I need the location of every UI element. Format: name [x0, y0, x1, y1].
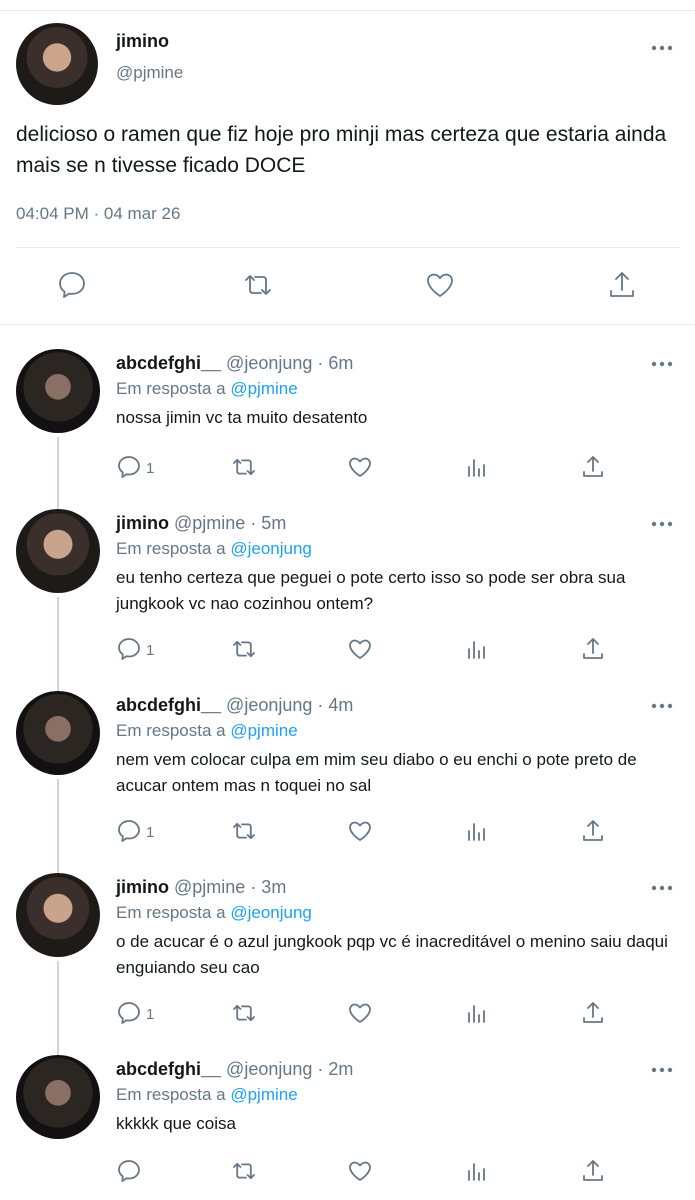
reply-context: Em resposta a @jeonjung: [116, 539, 312, 559]
comment-icon[interactable]: [56, 269, 88, 301]
section-divider: [0, 324, 695, 325]
share-icon[interactable]: [606, 269, 638, 301]
reply-context: Em resposta a @pjmine: [116, 1085, 298, 1105]
avatar[interactable]: [16, 23, 98, 105]
reply-header: abcdefghi__ @jeonjung · 2m: [116, 1059, 353, 1080]
stats-icon[interactable]: [464, 818, 490, 844]
more-options-icon[interactable]: [651, 521, 673, 531]
avatar[interactable]: [16, 509, 100, 593]
avatar[interactable]: [16, 1055, 100, 1139]
reply-text: o de acucar é o azul jungkook pqp vc é i…: [116, 932, 668, 977]
retweet-icon[interactable]: [231, 818, 257, 844]
reply-prefix: Em resposta a: [116, 903, 226, 922]
stats-icon[interactable]: [464, 636, 490, 662]
reply-text: nossa jimin vc ta muito desatento: [116, 408, 368, 427]
like-icon[interactable]: [347, 1158, 373, 1184]
reply-text: eu tenho certeza que peguei o pote certo…: [116, 568, 626, 613]
reply-actions: 1: [0, 454, 695, 484]
handle-and-time[interactable]: @pjmine · 5m: [174, 513, 286, 533]
mention-link[interactable]: @pjmine: [230, 721, 297, 740]
reply-header: jimino @pjmine · 3m: [116, 877, 286, 898]
reply-context: Em resposta a @jeonjung: [116, 903, 312, 923]
display-name[interactable]: abcdefghi__: [116, 353, 221, 373]
reply-actions: 1: [0, 1000, 695, 1030]
comment-icon[interactable]: [116, 1158, 142, 1184]
like-icon[interactable]: [347, 818, 373, 844]
like-icon[interactable]: [347, 454, 373, 480]
comment-icon[interactable]: [116, 1000, 142, 1026]
main-tweet[interactable]: jimino @pjmine delicioso o ramen que fiz…: [0, 11, 695, 325]
reply-header: jimino @pjmine · 5m: [116, 513, 286, 534]
more-options-icon[interactable]: [651, 45, 673, 55]
mention-link[interactable]: @pjmine: [230, 1085, 297, 1104]
tweet-actions: [0, 269, 695, 309]
reply-prefix: Em resposta a: [116, 721, 226, 740]
comment-icon[interactable]: [116, 818, 142, 844]
stats-icon[interactable]: [464, 454, 490, 480]
share-icon[interactable]: [580, 636, 606, 662]
share-icon[interactable]: [580, 1158, 606, 1184]
display-name[interactable]: abcdefghi__: [116, 695, 221, 715]
share-icon[interactable]: [580, 1000, 606, 1026]
stats-icon[interactable]: [464, 1158, 490, 1184]
reply-header: abcdefghi__ @jeonjung · 4m: [116, 695, 353, 716]
reply-actions: 1: [0, 818, 695, 848]
comment-icon[interactable]: [116, 636, 142, 662]
divider: [16, 247, 679, 248]
reply-text: kkkkk que coisa: [116, 1114, 236, 1133]
retweet-icon[interactable]: [231, 454, 257, 480]
reply-prefix: Em resposta a: [116, 1085, 226, 1104]
reply-context: Em resposta a @pjmine: [116, 721, 298, 741]
mention-link[interactable]: @jeonjung: [230, 903, 312, 922]
like-icon[interactable]: [424, 269, 456, 301]
handle-and-time[interactable]: @jeonjung · 4m: [226, 695, 353, 715]
avatar[interactable]: [16, 691, 100, 775]
avatar[interactable]: [16, 873, 100, 957]
reply-actions: [0, 1158, 695, 1188]
more-options-icon[interactable]: [651, 885, 673, 895]
reply-prefix: Em resposta a: [116, 539, 226, 558]
display-name[interactable]: jimino: [116, 877, 169, 897]
like-icon[interactable]: [347, 1000, 373, 1026]
reply-tweet[interactable]: jimino @pjmine · 3m Em resposta a @jeonju…: [0, 873, 695, 1030]
handle-and-time[interactable]: @jeonjung · 6m: [226, 353, 353, 373]
mention-link[interactable]: @jeonjung: [230, 539, 312, 558]
reply-text: nem vem colocar culpa em mim seu diabo o…: [116, 750, 637, 795]
reply-tweet[interactable]: abcdefghi__ @jeonjung · 2m Em resposta a …: [0, 1055, 695, 1188]
avatar[interactable]: [16, 349, 100, 433]
retweet-icon[interactable]: [242, 269, 274, 301]
share-icon[interactable]: [580, 818, 606, 844]
display-name[interactable]: jimino: [116, 513, 169, 533]
reply-tweet[interactable]: abcdefghi__ @jeonjung · 4m Em resposta a …: [0, 691, 695, 848]
reply-header: abcdefghi__ @jeonjung · 6m: [116, 353, 353, 374]
handle[interactable]: @pjmine: [116, 63, 183, 83]
retweet-icon[interactable]: [231, 636, 257, 662]
stats-icon[interactable]: [464, 1000, 490, 1026]
retweet-icon[interactable]: [231, 1158, 257, 1184]
handle-and-time[interactable]: @jeonjung · 2m: [226, 1059, 353, 1079]
reply-count: 1: [146, 1006, 155, 1023]
more-options-icon[interactable]: [651, 1067, 673, 1077]
comment-icon[interactable]: [116, 454, 142, 480]
reply-prefix: Em resposta a: [116, 379, 226, 398]
reply-count: 1: [146, 642, 155, 659]
display-name[interactable]: abcdefghi__: [116, 1059, 221, 1079]
tweet-text: delicioso o ramen que fiz hoje pro minji…: [16, 123, 667, 177]
more-options-icon[interactable]: [651, 361, 673, 371]
reply-actions: 1: [0, 636, 695, 666]
reply-tweet[interactable]: abcdefghi__ @jeonjung · 6m Em resposta a …: [0, 349, 695, 484]
share-icon[interactable]: [580, 454, 606, 480]
more-options-icon[interactable]: [651, 703, 673, 713]
reply-tweet[interactable]: jimino @pjmine · 5m Em resposta a @jeonju…: [0, 509, 695, 666]
like-icon[interactable]: [347, 636, 373, 662]
reply-context: Em resposta a @pjmine: [116, 379, 298, 399]
handle-and-time[interactable]: @pjmine · 3m: [174, 877, 286, 897]
reply-count: 1: [146, 460, 155, 477]
display-name[interactable]: jimino: [116, 31, 169, 52]
mention-link[interactable]: @pjmine: [230, 379, 297, 398]
tweet-timestamp: 04:04 PM · 04 mar 26: [16, 204, 181, 223]
retweet-icon[interactable]: [231, 1000, 257, 1026]
reply-count: 1: [146, 824, 155, 841]
